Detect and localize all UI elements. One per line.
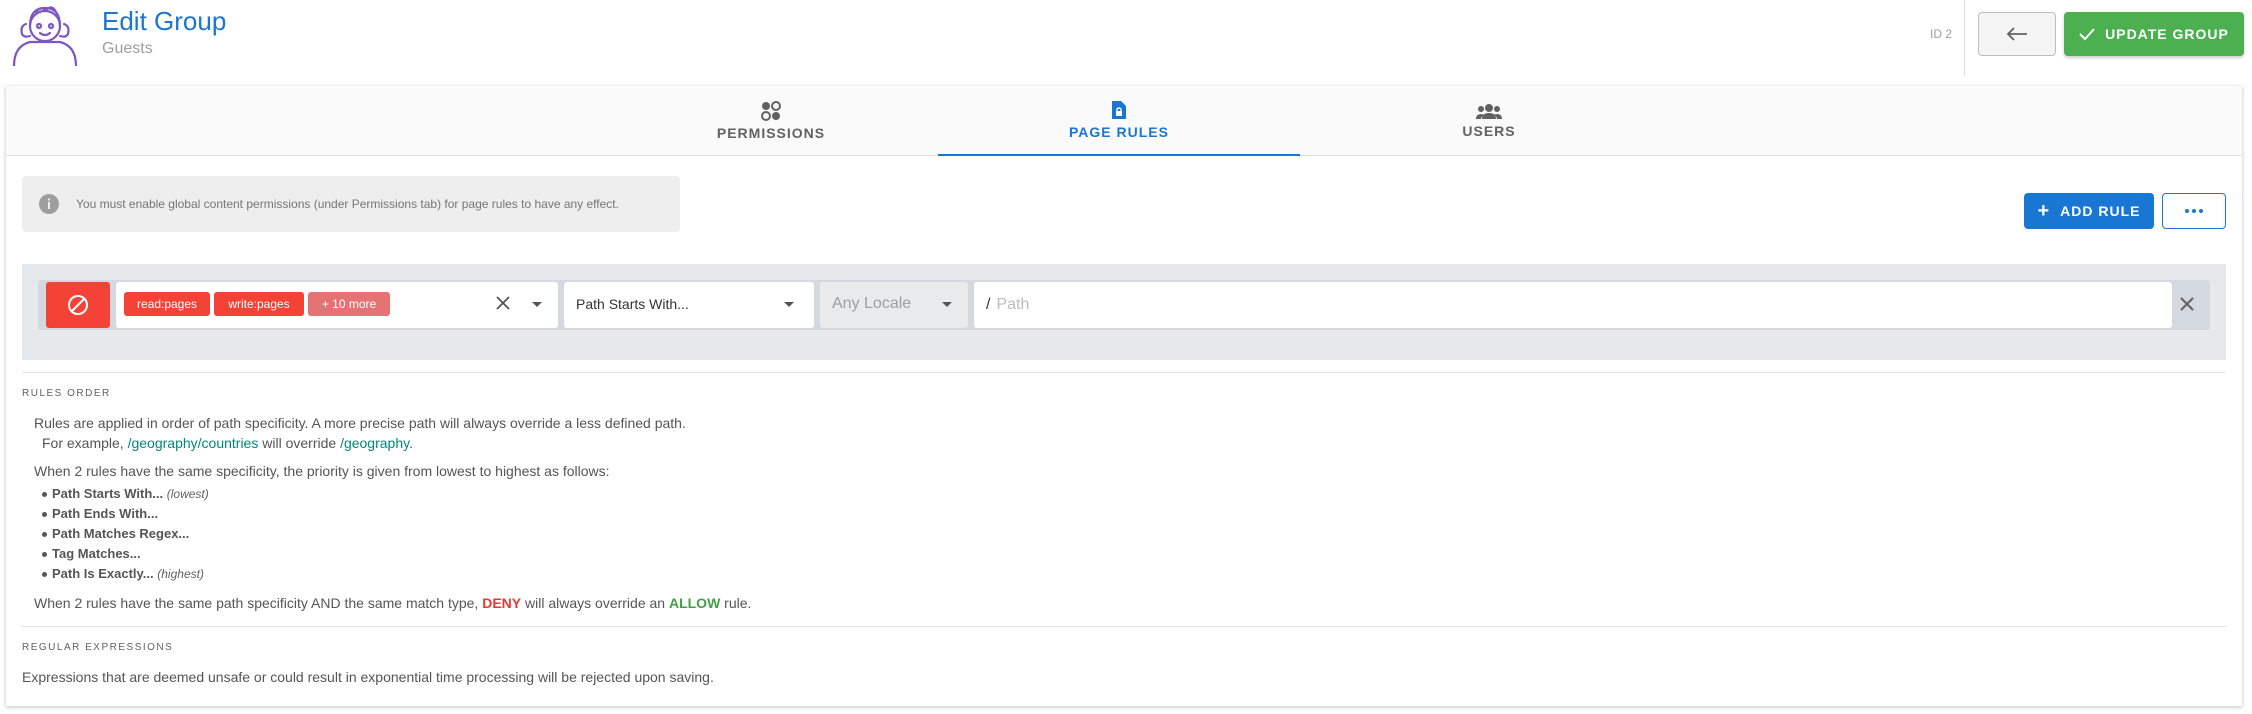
group-avatar-icon — [10, 2, 80, 68]
more-permissions-chip[interactable]: + 10 more — [308, 292, 390, 316]
check-icon — [2079, 28, 2095, 41]
tab-permissions[interactable]: PERMISSIONS — [590, 86, 952, 156]
tab-bar: PERMISSIONS PAGE RULES USERS — [6, 86, 2242, 156]
group-id-label: ID 2 — [1930, 27, 1953, 41]
example-end: . — [409, 435, 413, 451]
locale-select[interactable]: Any Locale — [820, 282, 968, 328]
remove-rule-icon[interactable] — [2178, 295, 2196, 313]
add-rule-button[interactable]: + ADD RULE — [2024, 193, 2154, 229]
path-prefix: / — [986, 296, 991, 313]
more-horizontal-icon — [2185, 209, 2203, 213]
chevron-down-icon — [784, 302, 794, 307]
update-group-label: UPDATE GROUP — [2105, 26, 2229, 42]
rules-order-heading: RULES ORDER — [22, 388, 111, 399]
allow-keyword: ALLOW — [668, 595, 721, 611]
rule-deny-toggle[interactable] — [46, 282, 110, 328]
rules-order-example: For example, /geography/countries will o… — [42, 435, 413, 451]
add-rule-label: ADD RULE — [2060, 203, 2141, 219]
back-button[interactable] — [1978, 12, 2056, 56]
info-icon — [39, 194, 59, 214]
priority-list: Path Starts With... (lowest) Path Ends W… — [42, 484, 209, 584]
rules-order-line3: When 2 rules have the same path specific… — [34, 595, 752, 611]
arrow-left-icon — [2006, 27, 2027, 41]
plus-icon: + — [2037, 200, 2051, 222]
tab-page-rules[interactable]: PAGE RULES — [938, 86, 1300, 156]
clear-icon[interactable] — [494, 294, 512, 312]
more-options-button[interactable] — [2162, 193, 2226, 229]
divider — [22, 626, 2226, 627]
match-type-value: Path Starts With... — [576, 296, 689, 312]
page-header: Edit Group Guests ID 2 UPDATE GROUP — [0, 0, 2252, 84]
header-divider — [1964, 0, 1965, 76]
match-type-select[interactable]: Path Starts With... — [564, 282, 814, 328]
list-item: Path Starts With... (lowest) — [42, 484, 209, 504]
tab-users[interactable]: USERS — [1308, 86, 1670, 156]
path-input[interactable] — [996, 296, 2097, 314]
tab-label: USERS — [1462, 123, 1516, 139]
chevron-down-icon — [942, 302, 952, 307]
group-card: PERMISSIONS PAGE RULES USERS You must en… — [6, 86, 2242, 706]
tab-label: PERMISSIONS — [716, 125, 826, 141]
rules-container: read:pages write:pages + 10 more Path St… — [22, 264, 2226, 360]
divider — [22, 372, 2226, 373]
tab-label: PAGE RULES — [1069, 124, 1169, 140]
permissions-icon — [761, 101, 781, 121]
example-path-geography: /geography — [340, 435, 410, 451]
example-prefix: For example, — [42, 435, 128, 451]
chevron-down-icon[interactable] — [532, 302, 542, 307]
info-text: You must enable global content permissio… — [76, 197, 619, 211]
permissions-select[interactable]: read:pages write:pages + 10 more — [116, 282, 558, 328]
users-icon — [1476, 104, 1502, 119]
list-item: Path Matches Regex... — [42, 524, 209, 544]
info-alert: You must enable global content permissio… — [22, 176, 680, 232]
page-title: Edit Group — [102, 6, 227, 36]
page-subtitle: Guests — [102, 40, 153, 57]
list-item: Path Is Exactly... (highest) — [42, 564, 209, 584]
page-lock-icon — [1112, 101, 1126, 119]
example-path-countries: /geography/countries — [127, 435, 259, 451]
permission-chip[interactable]: write:pages — [214, 292, 304, 316]
locale-placeholder: Any Locale — [832, 295, 912, 312]
block-icon — [68, 295, 88, 315]
deny-keyword: DENY — [482, 595, 522, 611]
permission-chip[interactable]: read:pages — [124, 292, 210, 316]
rules-order-line2: When 2 rules have the same specificity, … — [34, 463, 610, 479]
list-item: Tag Matches... — [42, 544, 209, 564]
list-item: Path Ends With... — [42, 504, 209, 524]
rule-row: read:pages write:pages + 10 more Path St… — [38, 280, 2210, 330]
update-group-button[interactable]: UPDATE GROUP — [2064, 12, 2244, 56]
path-field: / — [974, 282, 2172, 328]
rules-order-line1: Rules are applied in order of path speci… — [34, 415, 686, 431]
regex-heading: REGULAR EXPRESSIONS — [22, 642, 174, 653]
regex-text: Expressions that are deemed unsafe or co… — [22, 669, 714, 685]
example-mid: will override — [258, 435, 341, 451]
